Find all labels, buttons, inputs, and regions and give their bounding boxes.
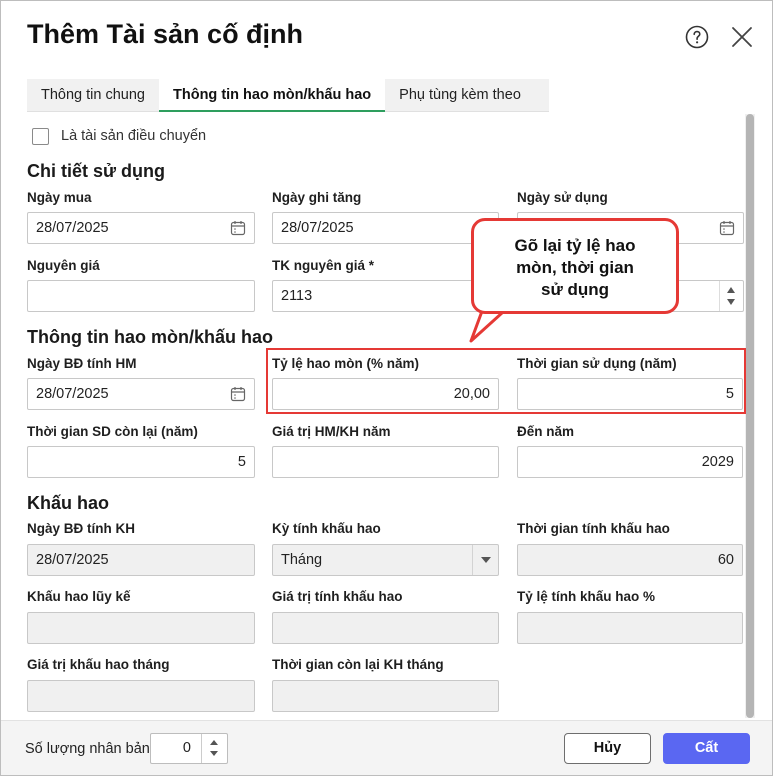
to-year-field[interactable]: 2029 [517, 446, 743, 478]
number-spinner-buttons[interactable] [719, 281, 743, 311]
tab-accessories[interactable]: Phụ tùng kèm theo [385, 79, 535, 112]
remaining-months-label: Thời gian còn lại KH tháng [272, 657, 444, 672]
remaining-life-field[interactable]: 5 [27, 446, 255, 478]
annual-value-label: Giá trị HM/KH năm [272, 424, 391, 439]
chevron-down-icon[interactable] [472, 545, 498, 575]
depreciable-value-field [272, 612, 499, 644]
to-year-value: 2029 [701, 454, 734, 470]
period-select[interactable]: Tháng [272, 544, 499, 576]
amortization-title: Khấu hao [27, 493, 110, 513]
tab-depreciation-info[interactable]: Thông tin hao mòn/khấu hao [159, 79, 386, 112]
transfer-asset-checkbox[interactable] [32, 128, 49, 145]
cost-account-value: 2113 [281, 288, 313, 304]
dialog-title: Thêm Tài sản cố định [27, 19, 304, 49]
callout-line-2: mòn, thời gian [516, 258, 634, 277]
original-cost-field[interactable] [27, 280, 255, 312]
start-date-kh-field: 28/07/2025 [27, 544, 255, 576]
cost-account-label: TK nguyên giá * [272, 258, 375, 273]
accumulated-field [27, 612, 255, 644]
increase-date-label: Ngày ghi tăng [272, 190, 362, 205]
start-date-kh-value: 28/07/2025 [36, 552, 109, 568]
scrollbar-thumb[interactable] [746, 114, 754, 718]
cost-account-field[interactable]: 2113 [272, 280, 499, 312]
calendar-icon[interactable] [230, 220, 246, 236]
purchase-date-value: 28/07/2025 [36, 220, 109, 236]
close-icon[interactable] [730, 25, 754, 49]
accumulated-label: Khấu hao lũy kế [27, 589, 131, 604]
usage-details-title: Chi tiết sử dụng [27, 161, 166, 181]
calendar-icon[interactable] [719, 220, 735, 236]
period-label: Kỳ tính khấu hao [272, 521, 381, 536]
increase-date-value: 28/07/2025 [281, 220, 354, 236]
period-value: Tháng [281, 552, 323, 568]
spinner-down-icon[interactable] [727, 299, 735, 305]
cancel-button[interactable]: Hủy [564, 733, 651, 764]
rate-percent-label: Tỷ lệ tính khấu hao % [517, 589, 656, 604]
tab-general-info[interactable]: Thông tin chung [27, 79, 159, 112]
rate-percent-field [517, 612, 743, 644]
purchase-date-field[interactable]: 28/07/2025 [27, 212, 255, 244]
tab-bar: Thông tin chung Thông tin hao mòn/khấu h… [27, 79, 549, 112]
purchase-date-label: Ngày mua [27, 190, 92, 205]
spinner-up-icon[interactable] [727, 287, 735, 293]
remaining-life-value: 5 [237, 454, 246, 470]
callout-line-3: sử dụng [540, 280, 610, 299]
depreciation-info-title: Thông tin hao mòn/khấu hao [27, 327, 273, 347]
increase-date-field[interactable]: 28/07/2025 [272, 212, 499, 244]
annotation-callout: Gõ lại tỷ lệ hao mòn, thời gian sử dụng [471, 218, 679, 314]
period-months-label: Thời gian tính khấu hao [517, 521, 670, 536]
calendar-icon[interactable] [230, 386, 246, 402]
remaining-months-field [272, 680, 499, 712]
remaining-life-label: Thời gian SD còn lại (năm) [27, 424, 198, 439]
annual-value-field[interactable] [272, 446, 499, 478]
callout-line-1: Gõ lại tỷ lệ hao [514, 236, 636, 255]
start-date-hm-label: Ngày BĐ tính HM [27, 356, 137, 371]
start-date-kh-label: Ngày BĐ tính KH [27, 521, 135, 536]
start-date-hm-value: 28/07/2025 [36, 386, 109, 402]
highlight-box [266, 348, 746, 414]
add-fixed-asset-dialog: Thêm Tài sản cố định Thông tin chung Thô… [0, 0, 773, 776]
copies-value: 0 [182, 740, 191, 756]
copies-spinner-buttons[interactable] [201, 734, 227, 763]
help-icon[interactable] [685, 25, 709, 49]
copies-label: Số lượng nhân bản [25, 741, 150, 757]
depreciable-value-label: Giá trị tính khấu hao [272, 589, 403, 604]
start-date-hm-field[interactable]: 28/07/2025 [27, 378, 255, 410]
original-cost-label: Nguyên giá [27, 258, 100, 273]
vertical-scrollbar[interactable] [745, 114, 755, 718]
monthly-value-label: Giá trị khấu hao tháng [27, 657, 170, 672]
period-months-field: 60 [517, 544, 743, 576]
transfer-asset-label: Là tài sản điều chuyển [61, 128, 207, 144]
stepper-up-icon[interactable] [210, 740, 218, 745]
period-months-value: 60 [717, 552, 734, 568]
copies-stepper[interactable]: 0 [150, 733, 228, 764]
stepper-down-icon[interactable] [210, 751, 218, 756]
monthly-value-field [27, 680, 255, 712]
save-button[interactable]: Cất [663, 733, 750, 764]
use-date-label: Ngày sử dụng [517, 190, 608, 205]
to-year-label: Đến năm [517, 424, 575, 439]
